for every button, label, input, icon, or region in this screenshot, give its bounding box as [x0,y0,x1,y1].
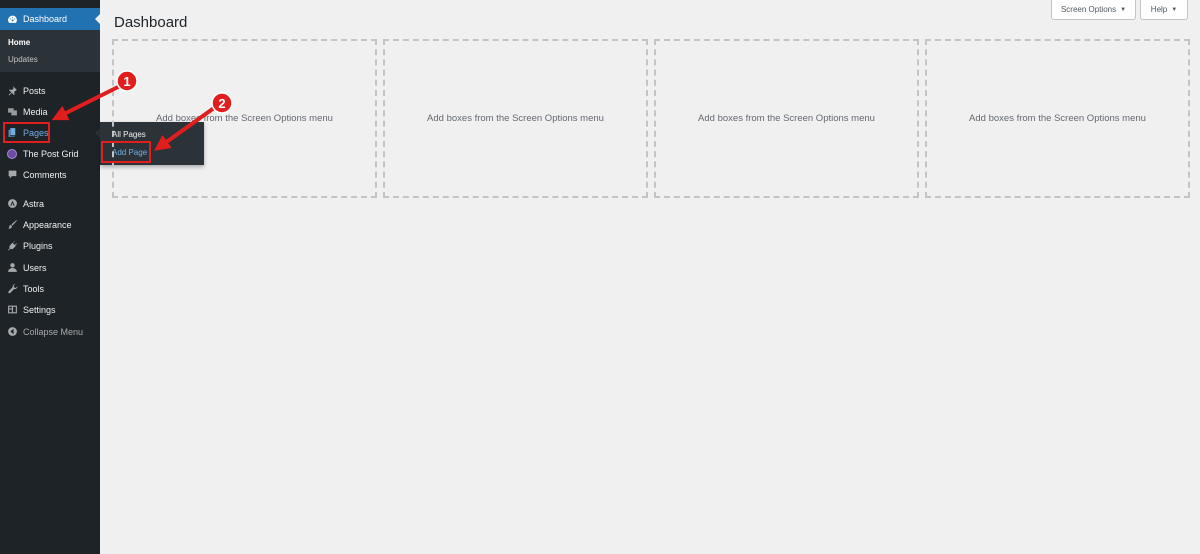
dashboard-icon [6,13,18,25]
wrench-icon [6,283,18,295]
sidebar-item-label: Collapse Menu [23,326,84,337]
sidebar-item-the-post-grid[interactable]: The Post Grid [0,143,100,164]
settings-icon [6,304,18,316]
collapse-icon [6,326,18,338]
screen-options-label: Screen Options [1060,5,1117,14]
sidebar-item-label: Tools [23,283,45,294]
caret-down-icon: ▼ [1171,6,1178,13]
placeholder-text: Add boxes from the Screen Options menu [427,113,604,124]
sidebar-item-label: Settings [23,304,56,315]
dashboard-box-placeholder: Add boxes from the Screen Options menu [112,39,377,198]
sidebar-item-appearance[interactable]: Appearance [0,214,100,235]
sidebar-item-label: Appearance [23,219,72,230]
media-icon [6,106,18,118]
dashboard-box-placeholder: Add boxes from the Screen Options menu [925,39,1190,198]
placeholder-text: Add boxes from the Screen Options menu [156,113,333,124]
sidebar-item-users[interactable]: Users [0,257,100,278]
highlight-box-pages [3,122,50,143]
sidebar-item-astra[interactable]: Astra [0,193,100,214]
placeholder-text: Add boxes from the Screen Options menu [969,113,1146,124]
help-button[interactable]: Help ▼ [1140,0,1188,20]
sidebar-item-label: Media [23,106,48,117]
sidebar-item-dashboard[interactable]: Dashboard [0,8,100,30]
plugin-icon [6,240,18,252]
submenu-item-updates[interactable]: Updates [8,55,38,64]
sidebar-item-settings[interactable]: Settings [0,299,100,320]
sidebar-item-label: Users [23,262,47,273]
brush-icon [6,219,18,231]
sidebar-item-label: The Post Grid [23,148,79,159]
astra-icon [6,198,18,210]
dashboard-box-placeholder: Add boxes from the Screen Options menu [383,39,648,198]
sidebar-item-label: Dashboard [23,14,68,24]
sidebar-item-label: Astra [23,198,45,209]
comments-icon [6,169,18,181]
screen-options-button[interactable]: Screen Options ▼ [1051,0,1136,20]
highlight-box-add-page [101,141,151,163]
sidebar-collapse-menu[interactable]: Collapse Menu [0,321,100,342]
admin-sidebar: Dashboard Home Updates Posts Media Pages… [0,0,100,554]
placeholder-text: Add boxes from the Screen Options menu [698,113,875,124]
caret-down-icon: ▼ [1120,6,1127,13]
sidebar-item-label: Plugins [23,240,53,251]
sidebar-item-media[interactable]: Media [0,101,100,122]
users-icon [6,262,18,274]
sidebar-item-posts[interactable]: Posts [0,80,100,101]
sidebar-item-label: Posts [23,85,46,96]
sidebar-item-label: Comments [23,169,67,180]
dashboard-box-placeholder: Add boxes from the Screen Options menu [654,39,919,198]
sidebar-item-plugins[interactable]: Plugins [0,235,100,256]
sidebar-item-comments[interactable]: Comments [0,164,100,185]
pin-icon [6,85,18,97]
dashboard-submenu: Home Updates [0,30,100,72]
post-grid-icon [6,148,18,160]
help-label: Help [1150,5,1168,14]
page-title: Dashboard [114,14,188,31]
submenu-item-home[interactable]: Home [8,38,30,47]
sidebar-item-tools[interactable]: Tools [0,278,100,299]
